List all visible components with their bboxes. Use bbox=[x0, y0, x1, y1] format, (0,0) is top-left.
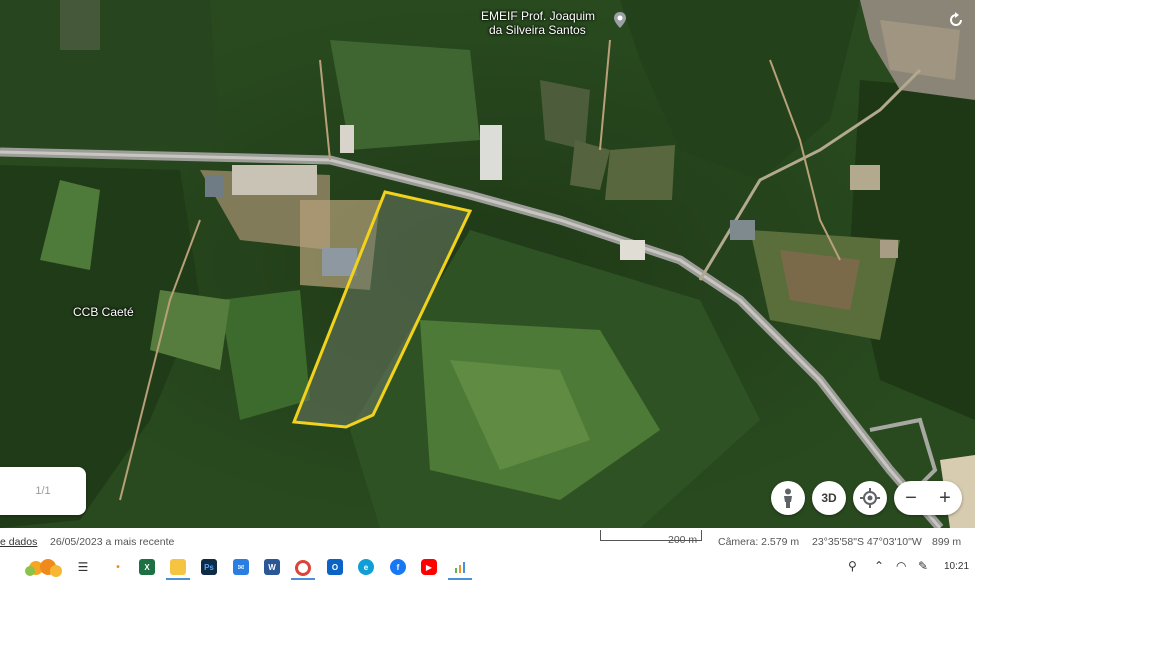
pager-label: 1/1 bbox=[35, 485, 51, 497]
chrome-icon[interactable] bbox=[295, 560, 311, 576]
edge-icon[interactable]: e bbox=[358, 559, 374, 575]
task-view-icon[interactable]: ☰ bbox=[75, 559, 91, 575]
youtube-icon[interactable]: ▶ bbox=[421, 559, 437, 575]
wifi-icon[interactable]: ◠ bbox=[896, 559, 906, 573]
widgets-icon[interactable]: • bbox=[110, 559, 126, 575]
cursor-coordinates: 23°35'58"S 47°03'10"W bbox=[812, 536, 922, 548]
active-app-indicator-3 bbox=[448, 578, 472, 580]
weather-widget-icon[interactable] bbox=[22, 556, 66, 578]
file-explorer-icon[interactable] bbox=[170, 559, 186, 575]
zoom-control: − + bbox=[894, 481, 962, 515]
my-location-button[interactable] bbox=[853, 481, 887, 515]
church-label[interactable]: CCB Caeté bbox=[73, 305, 134, 319]
outlook-icon[interactable]: O bbox=[327, 559, 343, 575]
photoshop-icon[interactable]: Ps bbox=[201, 559, 217, 575]
people-icon[interactable]: ⚲ bbox=[848, 559, 857, 573]
active-app-indicator-2 bbox=[291, 578, 315, 580]
excel-icon[interactable]: X bbox=[139, 559, 155, 575]
data-attribution-link[interactable]: e dados bbox=[0, 536, 37, 548]
taskbar: ☰ • X Ps ✉ W O e f ▶ ⚲ ⌃ ◠ ✎ 10:21 bbox=[0, 554, 975, 582]
mail-icon[interactable]: ✉ bbox=[233, 559, 249, 575]
pen-icon[interactable]: ✎ bbox=[918, 559, 928, 573]
place-pin-icon[interactable] bbox=[613, 12, 627, 28]
zoom-in-button[interactable]: + bbox=[928, 487, 962, 510]
status-bar: e dados 26/05/2023 a mais recente 200 m … bbox=[0, 528, 975, 554]
scale-label: 200 m bbox=[668, 534, 698, 546]
facebook-icon[interactable]: f bbox=[390, 559, 406, 575]
rotate-icon[interactable] bbox=[941, 5, 971, 35]
target-icon bbox=[860, 488, 880, 508]
chevron-up-icon[interactable]: ⌃ bbox=[874, 559, 884, 573]
satellite-imagery bbox=[0, 0, 975, 528]
pager-card[interactable]: 1/1 bbox=[0, 467, 86, 515]
charts-app-icon[interactable] bbox=[452, 559, 468, 575]
word-icon[interactable]: W bbox=[264, 559, 280, 575]
clock[interactable]: 10:21 bbox=[944, 561, 969, 572]
active-app-indicator bbox=[166, 578, 190, 580]
satellite-map[interactable]: EMEIF Prof. Joaquim da Silveira Santos C… bbox=[0, 0, 975, 528]
imagery-date: 26/05/2023 a mais recente bbox=[50, 536, 175, 548]
person-icon bbox=[784, 488, 792, 508]
elevation: 899 m bbox=[932, 536, 962, 548]
3d-label: 3D bbox=[821, 491, 837, 505]
school-label-line1: EMEIF Prof. Joaquim bbox=[481, 9, 596, 23]
camera-altitude: Câmera: 2.579 m bbox=[718, 536, 800, 548]
zoom-out-button[interactable]: − bbox=[894, 487, 928, 510]
pegman-button[interactable] bbox=[771, 481, 805, 515]
school-label-line2: da Silveira Santos bbox=[489, 23, 586, 37]
school-label[interactable]: EMEIF Prof. Joaquim da Silveira Santos bbox=[481, 9, 595, 37]
3d-button[interactable]: 3D bbox=[812, 481, 846, 515]
